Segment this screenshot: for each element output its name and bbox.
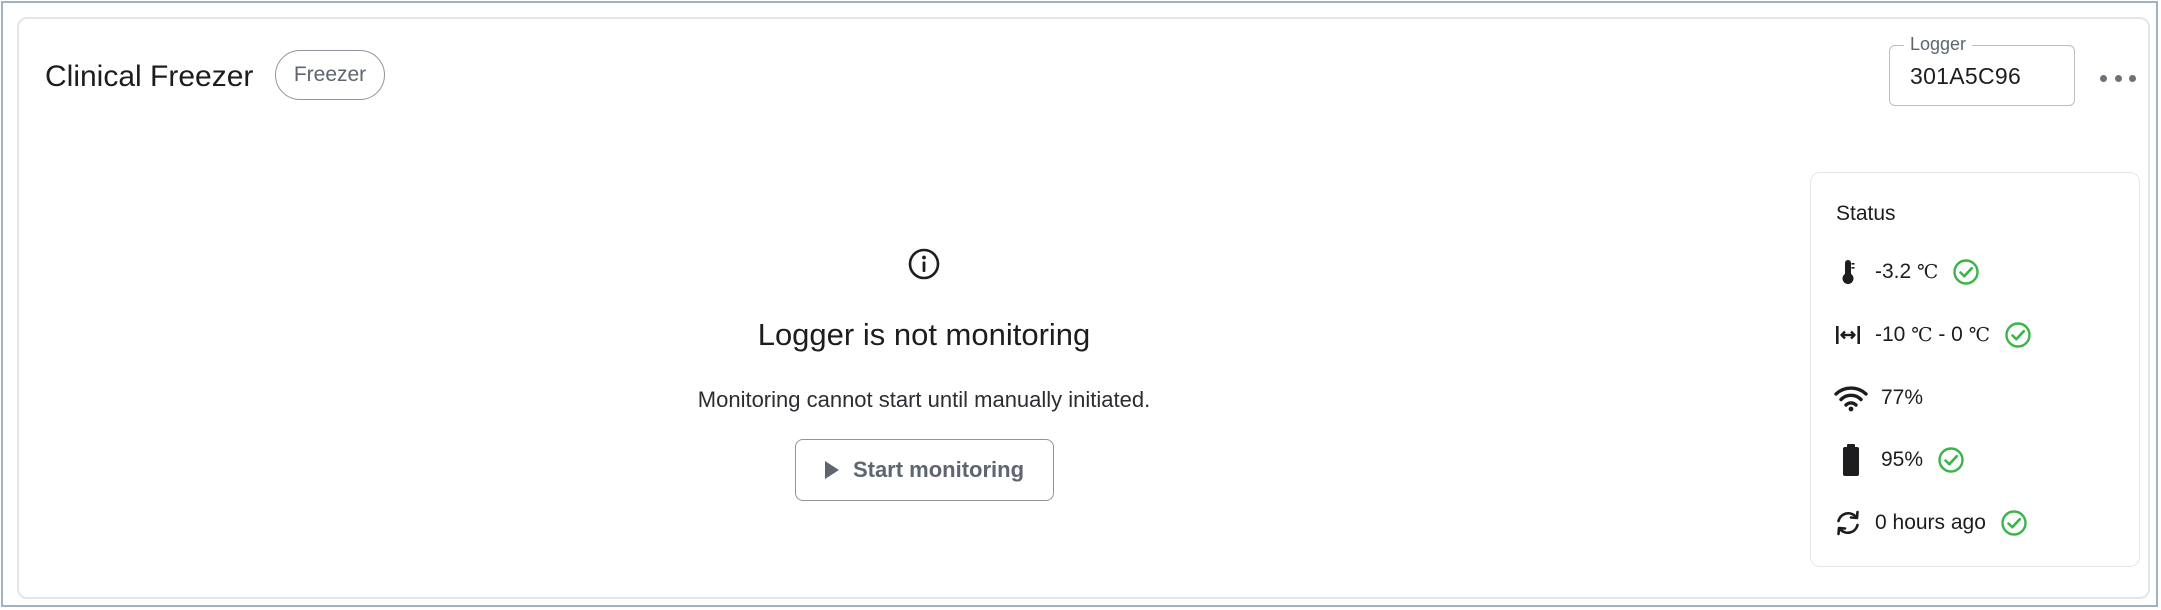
battery-icon [1833, 444, 1869, 476]
start-monitoring-button[interactable]: Start monitoring [795, 439, 1054, 501]
temperature-value: -3.2 ℃ [1875, 260, 1938, 284]
empty-state-title: Logger is not monitoring [757, 317, 1091, 352]
status-signal-row: 77% [1833, 381, 1923, 415]
status-title: Status [1836, 202, 1896, 225]
range-min: -10 [1875, 323, 1906, 346]
logger-field-value: 301A5C96 [1910, 63, 2022, 89]
status-temperature-row: -3.2 ℃ [1833, 255, 1980, 289]
wifi-icon [1833, 383, 1869, 413]
status-sync-row: 0 hours ago [1833, 506, 2028, 540]
window-frame: Clinical Freezer Freezer Logger 301A5C96… [1, 1, 2158, 607]
check-circle-icon [2005, 322, 2031, 348]
thermometer-icon [1833, 257, 1863, 287]
device-title: Clinical Freezer [45, 60, 254, 93]
range-separator: - [1938, 323, 1946, 346]
info-icon [908, 248, 940, 280]
temperature-number: -3.2 [1875, 260, 1912, 283]
range-max: 0 [1951, 323, 1963, 346]
start-monitoring-label: Start monitoring [852, 457, 1025, 482]
last-sync-value: 0 hours ago [1875, 511, 1986, 534]
more-dot [2114, 74, 2122, 82]
more-horizontal-icon [2100, 74, 2107, 82]
sync-icon [1833, 508, 1863, 538]
range-icon [1833, 320, 1863, 350]
check-circle-icon [2001, 510, 2027, 536]
range-max-unit: ℃ [1968, 324, 1990, 346]
empty-state-description: Monitoring cannot start until manually i… [697, 387, 1151, 412]
status-range-row: -10 ℃ - 0 ℃ [1833, 318, 2032, 352]
logger-field-label: Logger [1904, 33, 1973, 55]
check-circle-icon [1953, 259, 1979, 285]
range-value: -10 ℃ - 0 ℃ [1875, 323, 1990, 347]
device-type-badge: Freezer [275, 50, 385, 100]
range-min-unit: ℃ [1911, 324, 1933, 346]
device-card: Clinical Freezer Freezer Logger 301A5C96… [17, 17, 2150, 599]
more-dot [2129, 74, 2136, 82]
signal-value: 77% [1881, 386, 1924, 409]
logger-field[interactable]: Logger 301A5C96 [1889, 33, 2075, 106]
temperature-unit: ℃ [1917, 261, 1939, 283]
check-circle-icon [1938, 447, 1964, 473]
status-panel: Status -3.2 ℃ -10 ℃ - 0 ℃ 77% 95% 0 hour… [1810, 172, 2140, 567]
status-battery-row: 95% [1833, 443, 1965, 477]
play-icon [824, 461, 839, 479]
more-options-button[interactable] [2100, 66, 2136, 90]
battery-value: 95% [1881, 448, 1924, 471]
